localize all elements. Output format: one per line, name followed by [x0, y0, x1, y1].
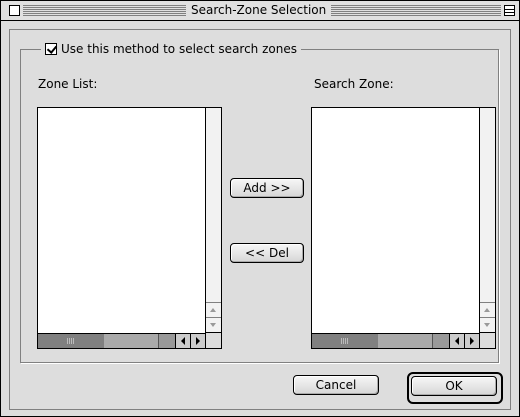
- add-button[interactable]: Add >>: [230, 178, 304, 198]
- use-method-checkbox-label[interactable]: Use this method to select search zones: [61, 41, 297, 57]
- ok-button[interactable]: OK: [411, 376, 497, 396]
- search-zone-vertical-scrollbar[interactable]: [479, 108, 495, 333]
- horizontal-scroll-thumb[interactable]: [38, 334, 104, 348]
- scroll-right-arrow-icon[interactable]: [464, 334, 480, 348]
- scroll-left-arrow-icon[interactable]: [449, 334, 465, 348]
- use-method-checkbox-row[interactable]: Use this method to select search zones: [41, 41, 301, 57]
- zone-list-vertical-scrollbar[interactable]: [205, 108, 221, 333]
- horizontal-scroll-track[interactable]: [38, 334, 159, 348]
- scroll-left-arrow-icon[interactable]: [175, 334, 191, 348]
- zone-list-box[interactable]: [37, 107, 222, 349]
- zone-list-label: Zone List:: [38, 77, 98, 91]
- horizontal-scroll-thumb[interactable]: [312, 334, 378, 348]
- scroll-right-arrow-icon[interactable]: [190, 334, 206, 348]
- scrollbar-corner: [479, 332, 495, 348]
- collapse-box-icon[interactable]: [504, 5, 515, 16]
- search-zone-horizontal-scrollbar[interactable]: [312, 333, 480, 348]
- use-method-checkbox[interactable]: [45, 43, 57, 55]
- horizontal-scroll-track[interactable]: [312, 334, 433, 348]
- scroll-down-arrow-icon[interactable]: [206, 317, 221, 333]
- scrollbar-corner: [205, 332, 221, 348]
- close-box-icon[interactable]: [9, 5, 20, 16]
- del-button[interactable]: << Del: [230, 243, 304, 263]
- zone-list-horizontal-scrollbar[interactable]: [38, 333, 206, 348]
- title-bar[interactable]: Search-Zone Selection: [1, 1, 519, 21]
- window-title: Search-Zone Selection: [186, 3, 332, 18]
- search-zone-list-box[interactable]: [311, 107, 496, 349]
- scroll-up-arrow-icon[interactable]: [480, 302, 495, 318]
- dialog-window: Search-Zone Selection Use this method to…: [0, 0, 520, 417]
- cancel-button[interactable]: Cancel: [293, 375, 379, 395]
- scroll-down-arrow-icon[interactable]: [480, 317, 495, 333]
- scroll-up-arrow-icon[interactable]: [206, 302, 221, 318]
- search-zone-label: Search Zone:: [314, 77, 394, 91]
